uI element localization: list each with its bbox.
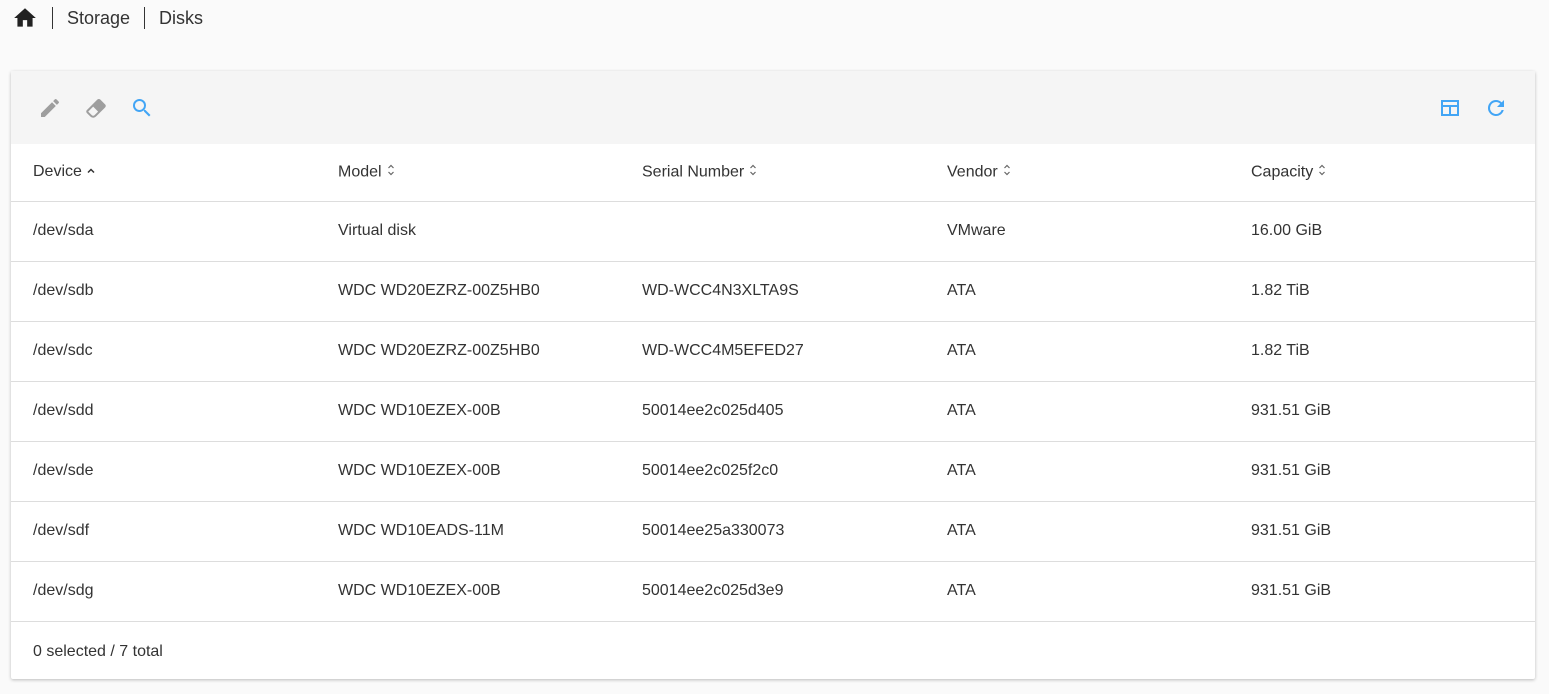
cell-vendor: ATA <box>925 321 1229 382</box>
cell-device: /dev/sdb <box>11 261 316 322</box>
table-row[interactable]: /dev/sdb WDC WD20EZRZ-00Z5HB0 WD-WCC4N3X… <box>11 261 1535 322</box>
sort-icon <box>1317 163 1327 182</box>
toolbar <box>11 71 1535 144</box>
cell-vendor: VMware <box>925 201 1229 262</box>
cell-device: /dev/sdc <box>11 321 316 382</box>
breadcrumb-separator <box>144 7 146 29</box>
cell-model: WDC WD10EADS-11M <box>316 501 620 562</box>
column-header-label: Device <box>33 163 82 181</box>
disks-panel: Device Model Serial Number Vendor Capaci… <box>11 71 1535 679</box>
cell-capacity: 931.51 GiB <box>1229 561 1535 622</box>
toolbar-right <box>1437 95 1509 121</box>
toolbar-left <box>37 95 155 121</box>
cell-model: WDC WD10EZEX-00B <box>316 561 620 622</box>
cell-model: WDC WD10EZEX-00B <box>316 441 620 502</box>
cell-capacity: 1.82 TiB <box>1229 321 1535 382</box>
cell-device: /dev/sde <box>11 441 316 502</box>
cell-vendor: ATA <box>925 261 1229 322</box>
cell-model: WDC WD20EZRZ-00Z5HB0 <box>316 261 620 322</box>
breadcrumb: Storage Disks <box>12 4 203 32</box>
column-header-device[interactable]: Device <box>11 144 316 202</box>
cell-capacity: 1.82 TiB <box>1229 261 1535 322</box>
cell-serial-number: 50014ee2c025f2c0 <box>620 441 925 502</box>
table-row[interactable]: /dev/sdg WDC WD10EZEX-00B 50014ee2c025d3… <box>11 561 1535 622</box>
search-icon[interactable] <box>129 95 155 121</box>
refresh-icon[interactable] <box>1483 95 1509 121</box>
table-header-row: Device Model Serial Number Vendor Capaci… <box>11 144 1535 202</box>
cell-serial-number: 50014ee25a330073 <box>620 501 925 562</box>
cell-model: WDC WD10EZEX-00B <box>316 381 620 442</box>
cell-model: Virtual disk <box>316 201 620 262</box>
breadcrumb-separator <box>52 7 53 29</box>
table-row[interactable]: /dev/sda Virtual disk VMware 16.00 GiB <box>11 201 1535 262</box>
cell-vendor: ATA <box>925 501 1229 562</box>
column-header-label: Serial Number <box>642 163 745 181</box>
cell-serial-number <box>620 201 925 262</box>
column-header-model[interactable]: Model <box>316 144 620 202</box>
sort-icon <box>1002 163 1012 182</box>
table-row[interactable]: /dev/sdd WDC WD10EZEX-00B 50014ee2c025d4… <box>11 381 1535 442</box>
table-columns-icon[interactable] <box>1437 95 1463 121</box>
sort-asc-icon <box>86 163 96 181</box>
column-header-vendor[interactable]: Vendor <box>925 144 1229 202</box>
cell-model: WDC WD20EZRZ-00Z5HB0 <box>316 321 620 382</box>
column-header-capacity[interactable]: Capacity <box>1229 144 1535 202</box>
cell-vendor: ATA <box>925 381 1229 442</box>
cell-capacity: 16.00 GiB <box>1229 201 1535 262</box>
breadcrumb-storage[interactable]: Storage <box>67 8 130 29</box>
table-row[interactable]: /dev/sdf WDC WD10EADS-11M 50014ee25a3300… <box>11 501 1535 562</box>
disks-table: Device Model Serial Number Vendor Capaci… <box>11 144 1535 622</box>
cell-device: /dev/sdg <box>11 561 316 622</box>
table-footer: 0 selected / 7 total <box>11 622 1535 682</box>
pencil-icon[interactable] <box>37 95 63 121</box>
table-row[interactable]: /dev/sdc WDC WD20EZRZ-00Z5HB0 WD-WCC4M5E… <box>11 321 1535 382</box>
cell-serial-number: WD-WCC4M5EFED27 <box>620 321 925 382</box>
cell-vendor: ATA <box>925 561 1229 622</box>
table-row[interactable]: /dev/sde WDC WD10EZEX-00B 50014ee2c025f2… <box>11 441 1535 502</box>
cell-serial-number: 50014ee2c025d3e9 <box>620 561 925 622</box>
cell-capacity: 931.51 GiB <box>1229 501 1535 562</box>
cell-capacity: 931.51 GiB <box>1229 381 1535 442</box>
home-icon[interactable] <box>12 5 38 31</box>
cell-capacity: 931.51 GiB <box>1229 441 1535 502</box>
cell-serial-number: 50014ee2c025d405 <box>620 381 925 442</box>
eraser-icon[interactable] <box>83 95 109 121</box>
column-header-label: Vendor <box>947 163 998 181</box>
column-header-label: Capacity <box>1251 163 1314 181</box>
cell-device: /dev/sdf <box>11 501 316 562</box>
cell-device: /dev/sda <box>11 201 316 262</box>
sort-icon <box>386 163 396 182</box>
breadcrumb-disks[interactable]: Disks <box>159 8 203 29</box>
cell-vendor: ATA <box>925 441 1229 502</box>
cell-device: /dev/sdd <box>11 381 316 442</box>
selection-status: 0 selected / 7 total <box>33 642 163 660</box>
sort-icon <box>748 163 758 182</box>
cell-serial-number: WD-WCC4N3XLTA9S <box>620 261 925 322</box>
column-header-label: Model <box>338 163 382 181</box>
column-header-serial-number[interactable]: Serial Number <box>620 144 925 202</box>
